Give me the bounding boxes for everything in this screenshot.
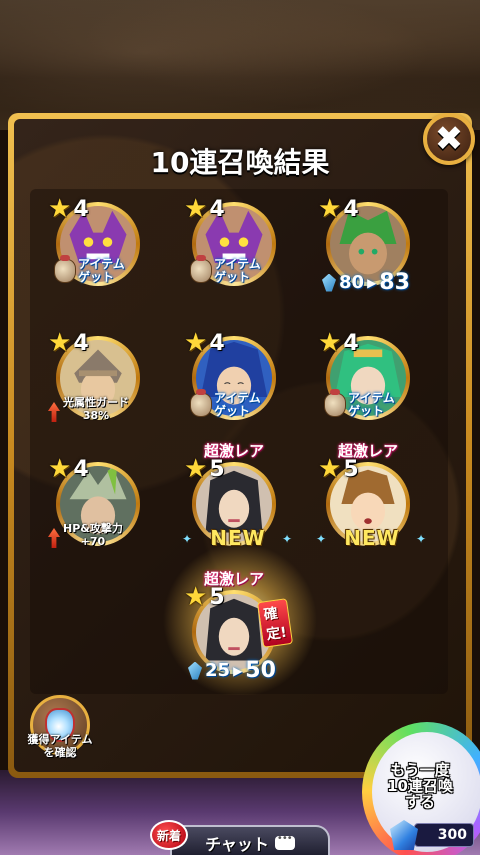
summon-again-line2: 10連召喚 (387, 777, 453, 795)
stat-line2: +70 (80, 535, 106, 548)
item-get-line2: ゲット (78, 270, 115, 284)
result-card-9[interactable]: 超激レア ★ 5 ✦ ✦ NEW (316, 442, 426, 556)
stat-line1: 光属性ガード (63, 396, 129, 409)
summon-again-line3: する (404, 793, 435, 811)
rarity-stars: ★ 4 (48, 456, 89, 482)
gem-cost: 300 (390, 820, 478, 850)
stat-line1: HP&攻撃力 (63, 522, 123, 535)
item-get-text: アイテム ゲット (348, 392, 395, 418)
obtained-items-line2: を確認 (43, 746, 77, 759)
rarity-number: 4 (73, 456, 89, 482)
arrow-right-icon: ▶ (367, 275, 377, 290)
item-get-badge: アイテム ゲット (190, 255, 261, 284)
item-bag-icon (190, 255, 212, 283)
level-up-indicator: 80 ▶ 83 (322, 270, 410, 295)
item-get-text: アイテム ゲット (78, 258, 125, 284)
item-get-text: アイテム ゲット (214, 392, 261, 418)
rarity-number: 4 (73, 330, 89, 356)
up-arrow-icon (48, 402, 60, 422)
item-get-line2: ゲット (214, 404, 251, 418)
chat-label: チャット (205, 835, 269, 854)
rarity-number: 4 (343, 330, 359, 356)
background-top (0, 0, 480, 130)
rarity-number: 5 (209, 584, 225, 610)
dialog-title: 10連召喚結果 (150, 146, 330, 179)
result-card-2[interactable]: ★ 4 アイテム ゲット (184, 196, 284, 296)
result-card-5[interactable]: ★ 4 アイテム ゲット (184, 330, 284, 430)
item-get-badge: アイテム ゲット (324, 389, 395, 418)
stat-bonus-text: HP&攻撃力 +70 (63, 522, 123, 548)
star-icon: ★ (184, 194, 208, 224)
star-icon: ★ (48, 454, 72, 484)
item-get-text: アイテム ゲット (214, 258, 261, 284)
rarity-stars: ★ 5 (318, 456, 359, 482)
result-card-1[interactable]: ★ 4 アイテム ゲット (48, 196, 148, 296)
check-obtained-items-button[interactable]: 獲得アイテム を確認 (24, 695, 96, 767)
level-to: 83 (379, 270, 410, 295)
rarity-number: 4 (343, 196, 359, 222)
rarity-number: 4 (209, 196, 225, 222)
rarity-stars: ★ 4 (184, 196, 225, 222)
result-card-10[interactable]: 超激レア ★ 5 確定! 25 ▶ 50 (184, 570, 294, 684)
item-bag-icon (54, 255, 76, 283)
rarity-stars: ★ 5 (184, 584, 225, 610)
rarity-number: 4 (209, 330, 225, 356)
result-card-8[interactable]: 超激レア ★ 5 ✦ ✦ NEW (182, 442, 292, 556)
rarity-stars: ★ 4 (48, 196, 89, 222)
rarity-stars: ★ 4 (318, 196, 359, 222)
star-icon: ★ (184, 454, 208, 484)
rarity-stars: ★ 4 (318, 330, 359, 356)
star-icon: ★ (184, 582, 208, 612)
obtained-items-label: 獲得アイテム を確認 (18, 733, 102, 759)
crystal-icon (188, 661, 202, 680)
level-from: 80 (339, 272, 365, 293)
result-card-6[interactable]: ★ 4 アイテム ゲット (318, 330, 418, 430)
close-icon: ✖ (434, 119, 464, 159)
level-up-indicator: 25 ▶ 50 (188, 658, 276, 683)
star-icon: ★ (48, 328, 72, 358)
item-bag-icon (324, 389, 346, 417)
rarity-number: 4 (73, 196, 89, 222)
stat-bonus-text: 光属性ガード 38% (63, 396, 129, 422)
rarity-stars: ★ 5 (184, 456, 225, 482)
item-get-badge: アイテム ゲット (54, 255, 125, 284)
new-label: NEW (344, 526, 400, 550)
result-card-7[interactable]: ★ 4 HP&攻撃力 +70 (48, 456, 148, 556)
arrow-right-icon: ▶ (233, 663, 243, 678)
up-arrow-icon (48, 528, 60, 548)
level-from: 25 (205, 660, 231, 681)
level-to: 50 (245, 658, 276, 683)
star-icon: ★ (318, 194, 342, 224)
result-card-4[interactable]: ★ 4 光属性ガード 38% (48, 330, 148, 430)
new-message-badge: 新着 (150, 820, 188, 850)
item-bag-icon (190, 389, 212, 417)
rarity-stars: ★ 4 (184, 330, 225, 356)
item-get-badge: アイテム ゲット (190, 389, 261, 418)
star-icon: ★ (318, 454, 342, 484)
rarity-number: 5 (209, 456, 225, 482)
stat-line2: 38% (82, 409, 110, 422)
crystal-icon (322, 273, 336, 292)
obtained-items-line1: 獲得アイテム (27, 733, 93, 746)
rarity-stars: ★ 4 (48, 330, 89, 356)
rarity-number: 5 (343, 456, 359, 482)
speech-bubble-icon (274, 833, 295, 850)
star-icon: ★ (184, 328, 208, 358)
item-get-line2: ゲット (348, 404, 385, 418)
star-icon: ★ (318, 328, 342, 358)
gem-cost-value: 300 (414, 823, 474, 847)
summon-again-line1: もう一度 (390, 761, 450, 779)
result-card-3[interactable]: ★ 4 80 ▶ 83 (318, 196, 418, 296)
close-button[interactable]: ✖ (423, 113, 475, 165)
stat-bonus-label: HP&攻撃力 +70 (48, 522, 158, 548)
item-get-line2: ゲット (214, 270, 251, 284)
chat-button[interactable]: チャット (170, 825, 330, 855)
stat-bonus-label: 光属性ガード 38% (48, 396, 158, 422)
star-icon: ★ (48, 194, 72, 224)
